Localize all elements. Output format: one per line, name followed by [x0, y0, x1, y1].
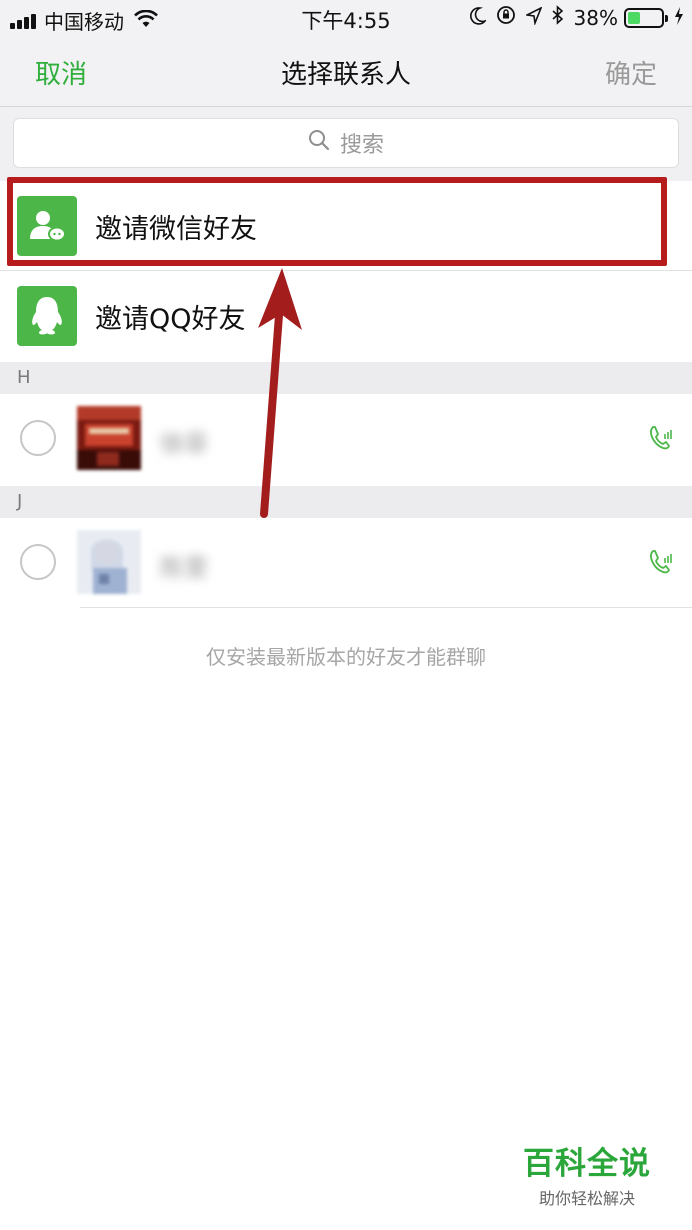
contact-name: 徐菲: [160, 430, 208, 458]
section-header-h: H: [0, 362, 692, 394]
status-right: 38%: [460, 5, 684, 30]
select-radio[interactable]: [20, 544, 56, 580]
search-bar: 搜索: [0, 107, 692, 181]
watermark: 百科全说 助你轻松解决: [517, 1138, 657, 1209]
section-header-j: J: [0, 486, 692, 518]
watermark-title: 百科全说: [523, 1146, 651, 1182]
search-placeholder: 搜索: [339, 133, 384, 158]
qq-penguin-icon: [17, 286, 77, 346]
battery-percent: 38%: [573, 5, 618, 30]
battery-icon: [624, 7, 668, 28]
phone-icon: [648, 424, 674, 456]
search-input[interactable]: 搜索: [13, 118, 679, 168]
phone-icon: [648, 548, 674, 580]
contact-row[interactable]: 陈雯: [0, 518, 692, 610]
status-bar: 中国移动 下午4:55 38%: [0, 0, 692, 36]
avatar: [77, 530, 141, 594]
page-title: 选择联系人: [280, 60, 411, 90]
arrow-annotation-icon: [258, 268, 302, 518]
charging-icon: [674, 6, 684, 30]
contact-name: 陈雯: [160, 554, 208, 582]
bluetooth-icon: [552, 5, 564, 30]
rotation-lock-icon: [496, 5, 516, 30]
divider: [80, 607, 692, 608]
nav-bar: 取消 选择联系人 确定: [0, 36, 692, 107]
footer-note: 仅安装最新版本的好友才能群聊: [206, 645, 486, 669]
invite-qq-row[interactable]: 邀请QQ好友: [0, 271, 692, 361]
invite-qq-label: 邀请QQ好友: [95, 303, 246, 335]
watermark-subtitle: 助你轻松解决: [538, 1189, 635, 1208]
avatar: [77, 406, 141, 470]
search-icon: [308, 129, 340, 157]
select-radio[interactable]: [20, 420, 56, 456]
confirm-button[interactable]: 确定: [605, 54, 657, 91]
contact-row[interactable]: 徐菲: [0, 394, 692, 486]
moon-icon: [469, 6, 488, 30]
location-icon: [523, 5, 543, 30]
highlight-box: [7, 177, 667, 266]
